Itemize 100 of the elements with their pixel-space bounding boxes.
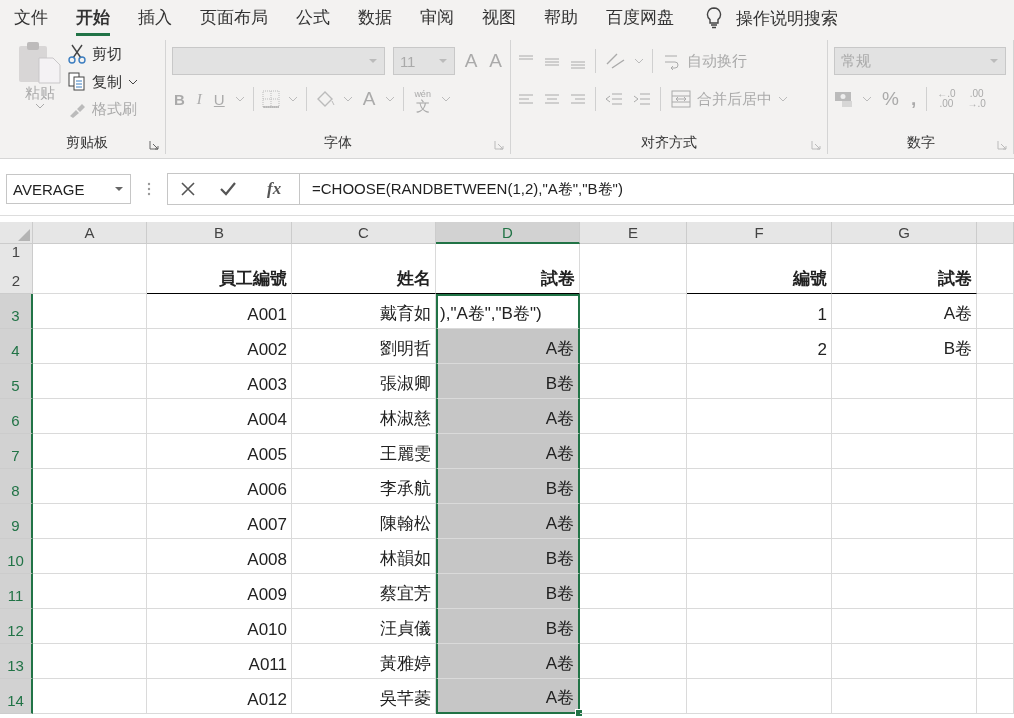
table-cell[interactable] xyxy=(832,539,977,574)
table-cell[interactable] xyxy=(687,469,832,504)
table-cell[interactable]: B卷 xyxy=(436,469,580,504)
table-cell[interactable]: A007 xyxy=(147,504,292,539)
row-header[interactable]: 13 xyxy=(0,644,33,679)
table-cell[interactable]: A卷 xyxy=(436,679,580,714)
name-box[interactable]: AVERAGE xyxy=(6,174,131,204)
table-cell[interactable]: A卷 xyxy=(436,644,580,679)
table-cell[interactable]: A008 xyxy=(147,539,292,574)
row-header[interactable]: 10 xyxy=(0,539,33,574)
table-cell[interactable] xyxy=(580,259,687,294)
table-cell[interactable] xyxy=(687,399,832,434)
ribbon-tab[interactable]: 文件 xyxy=(14,0,48,36)
table-cell[interactable]: 試卷 xyxy=(832,259,977,294)
table-cell[interactable]: B卷 xyxy=(436,364,580,399)
table-cell[interactable]: 姓名 xyxy=(292,259,436,294)
ribbon-tab[interactable]: 数据 xyxy=(358,0,392,36)
ribbon-tab[interactable]: 页面布局 xyxy=(200,0,268,36)
table-cell[interactable] xyxy=(580,399,687,434)
drag-handle-icon[interactable] xyxy=(147,181,151,197)
table-cell[interactable] xyxy=(580,329,687,364)
copy-button[interactable]: 复制 xyxy=(66,70,140,94)
table-cell[interactable] xyxy=(977,679,1014,714)
table-cell[interactable] xyxy=(33,679,147,714)
table-cell[interactable] xyxy=(977,574,1014,609)
table-cell[interactable] xyxy=(832,609,977,644)
table-cell[interactable] xyxy=(977,469,1014,504)
table-cell[interactable] xyxy=(580,469,687,504)
insert-function-button[interactable]: fx xyxy=(261,178,288,200)
table-cell[interactable]: A003 xyxy=(147,364,292,399)
table-cell[interactable] xyxy=(977,364,1014,399)
row-header[interactable]: 1 xyxy=(0,244,33,259)
table-cell[interactable] xyxy=(977,609,1014,644)
cancel-icon[interactable] xyxy=(179,181,196,197)
row-header[interactable]: 11 xyxy=(0,574,33,609)
table-cell[interactable] xyxy=(977,539,1014,574)
table-cell[interactable]: A002 xyxy=(147,329,292,364)
table-cell[interactable] xyxy=(33,294,147,329)
table-cell[interactable] xyxy=(33,364,147,399)
table-cell[interactable]: A004 xyxy=(147,399,292,434)
table-cell[interactable]: A卷 xyxy=(436,434,580,469)
cut-button[interactable]: 剪切 xyxy=(66,42,140,66)
table-cell[interactable] xyxy=(33,329,147,364)
table-cell[interactable] xyxy=(832,364,977,399)
table-cell[interactable]: 1 xyxy=(687,294,832,329)
row-header[interactable]: 7 xyxy=(0,434,33,469)
table-cell[interactable] xyxy=(687,679,832,714)
tell-me-search[interactable]: 操作说明搜索 xyxy=(736,6,838,30)
ribbon-tab[interactable]: 帮助 xyxy=(544,0,578,36)
triangle-icon[interactable] xyxy=(18,229,30,241)
table-cell[interactable] xyxy=(33,259,147,294)
ribbon-tab[interactable]: 审阅 xyxy=(420,0,454,36)
table-cell[interactable] xyxy=(977,504,1014,539)
table-cell[interactable] xyxy=(687,574,832,609)
column-header[interactable]: B xyxy=(147,222,292,244)
table-cell[interactable] xyxy=(832,399,977,434)
table-cell[interactable]: A011 xyxy=(147,644,292,679)
ribbon-tab[interactable]: 插入 xyxy=(138,0,172,36)
table-cell[interactable] xyxy=(580,644,687,679)
table-cell[interactable] xyxy=(33,504,147,539)
table-cell[interactable] xyxy=(33,539,147,574)
table-cell[interactable] xyxy=(580,504,687,539)
table-cell[interactable] xyxy=(832,434,977,469)
row-header[interactable]: 5 xyxy=(0,364,33,399)
table-cell[interactable] xyxy=(977,329,1014,364)
table-cell[interactable] xyxy=(977,294,1014,329)
table-cell[interactable]: A005 xyxy=(147,434,292,469)
column-header[interactable]: F xyxy=(687,222,832,244)
table-cell[interactable]: A012 xyxy=(147,679,292,714)
table-cell[interactable] xyxy=(832,504,977,539)
column-header[interactable]: G xyxy=(832,222,977,244)
table-cell[interactable] xyxy=(977,399,1014,434)
column-header[interactable]: A xyxy=(33,222,147,244)
table-cell[interactable]: ),"A卷","B卷") xyxy=(436,294,580,329)
table-cell[interactable] xyxy=(580,609,687,644)
table-cell[interactable] xyxy=(33,609,147,644)
table-cell[interactable] xyxy=(977,259,1014,294)
table-cell[interactable] xyxy=(687,539,832,574)
table-cell[interactable] xyxy=(687,609,832,644)
table-cell[interactable]: A009 xyxy=(147,574,292,609)
table-cell[interactable]: B卷 xyxy=(436,574,580,609)
row-header[interactable]: 6 xyxy=(0,399,33,434)
table-cell[interactable] xyxy=(832,644,977,679)
column-header[interactable]: E xyxy=(580,222,687,244)
row-header[interactable]: 2 xyxy=(0,259,33,294)
table-cell[interactable]: A001 xyxy=(147,294,292,329)
ribbon-tab[interactable]: 公式 xyxy=(296,0,330,36)
column-header[interactable]: C xyxy=(292,222,436,244)
ribbon-tab[interactable]: 视图 xyxy=(482,0,516,36)
table-cell[interactable] xyxy=(977,434,1014,469)
table-cell[interactable]: A卷 xyxy=(436,329,580,364)
table-cell[interactable] xyxy=(687,364,832,399)
table-cell[interactable]: A006 xyxy=(147,469,292,504)
table-cell[interactable]: A卷 xyxy=(436,399,580,434)
table-cell[interactable] xyxy=(687,434,832,469)
fill-handle[interactable] xyxy=(575,709,583,717)
table-cell[interactable]: A010 xyxy=(147,609,292,644)
table-cell[interactable] xyxy=(832,469,977,504)
table-cell[interactable] xyxy=(580,574,687,609)
formula-field[interactable]: =CHOOSE(RANDBETWEEN(1,2),"A卷","B卷") xyxy=(299,173,1014,205)
